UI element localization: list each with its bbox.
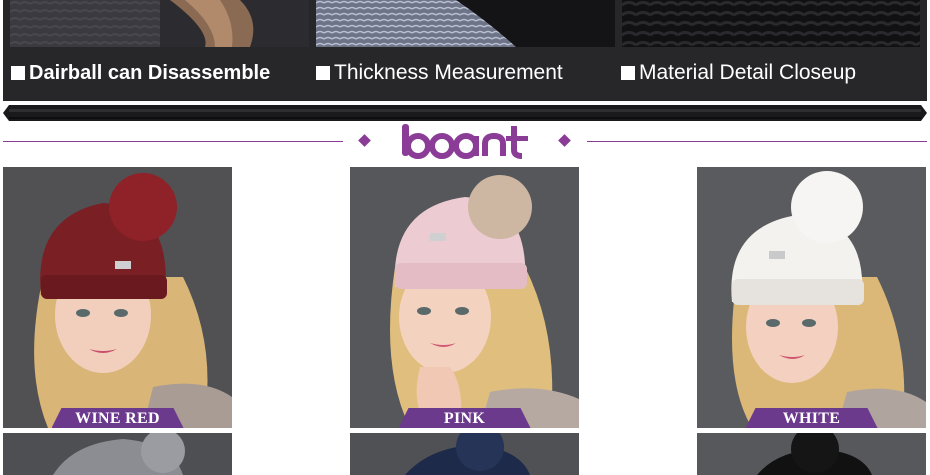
square-bullet-icon — [621, 66, 635, 80]
product-card-grey[interactable] — [3, 433, 232, 475]
model-photo — [350, 167, 579, 428]
brand-logo — [398, 120, 532, 162]
model-photo — [697, 167, 926, 428]
caption-pompom-detachable: Dairball can Disassemble — [11, 60, 270, 86]
product-card-white[interactable]: WHITE — [697, 167, 926, 428]
pompom — [109, 173, 177, 241]
pompom-detail-photo — [10, 0, 309, 47]
color-label: WHITE — [746, 408, 878, 428]
caption-text: Dairball can Disassemble — [29, 62, 271, 84]
product-card-black[interactable] — [697, 433, 926, 475]
caption-text: Material Detail Closeup — [639, 61, 857, 84]
model-photo — [3, 433, 232, 475]
divider-line-left — [3, 141, 343, 142]
detail-banner: Dairball can Disassemble Thickness Measu… — [3, 0, 927, 101]
square-bullet-icon — [11, 66, 25, 80]
diamond-icon — [358, 134, 371, 147]
shelf-divider — [3, 103, 927, 121]
square-bullet-icon — [316, 66, 330, 80]
product-card-wine-red[interactable]: WINE RED — [3, 167, 232, 428]
caption-thickness: Thickness Measurement — [316, 60, 563, 86]
product-card-pink[interactable]: PINK — [350, 167, 579, 428]
color-label: PINK — [399, 408, 531, 428]
caption-text: Thickness Measurement — [334, 61, 563, 84]
diamond-icon — [558, 134, 571, 147]
material-detail-photo — [622, 0, 920, 47]
color-label: WINE RED — [52, 408, 184, 428]
model-photo — [697, 433, 926, 475]
model-photo — [350, 433, 579, 475]
model-photo — [3, 167, 232, 428]
product-card-navy[interactable] — [350, 433, 579, 475]
divider-line-right — [587, 141, 927, 142]
thickness-detail-photo — [316, 0, 615, 47]
caption-material: Material Detail Closeup — [621, 60, 856, 86]
